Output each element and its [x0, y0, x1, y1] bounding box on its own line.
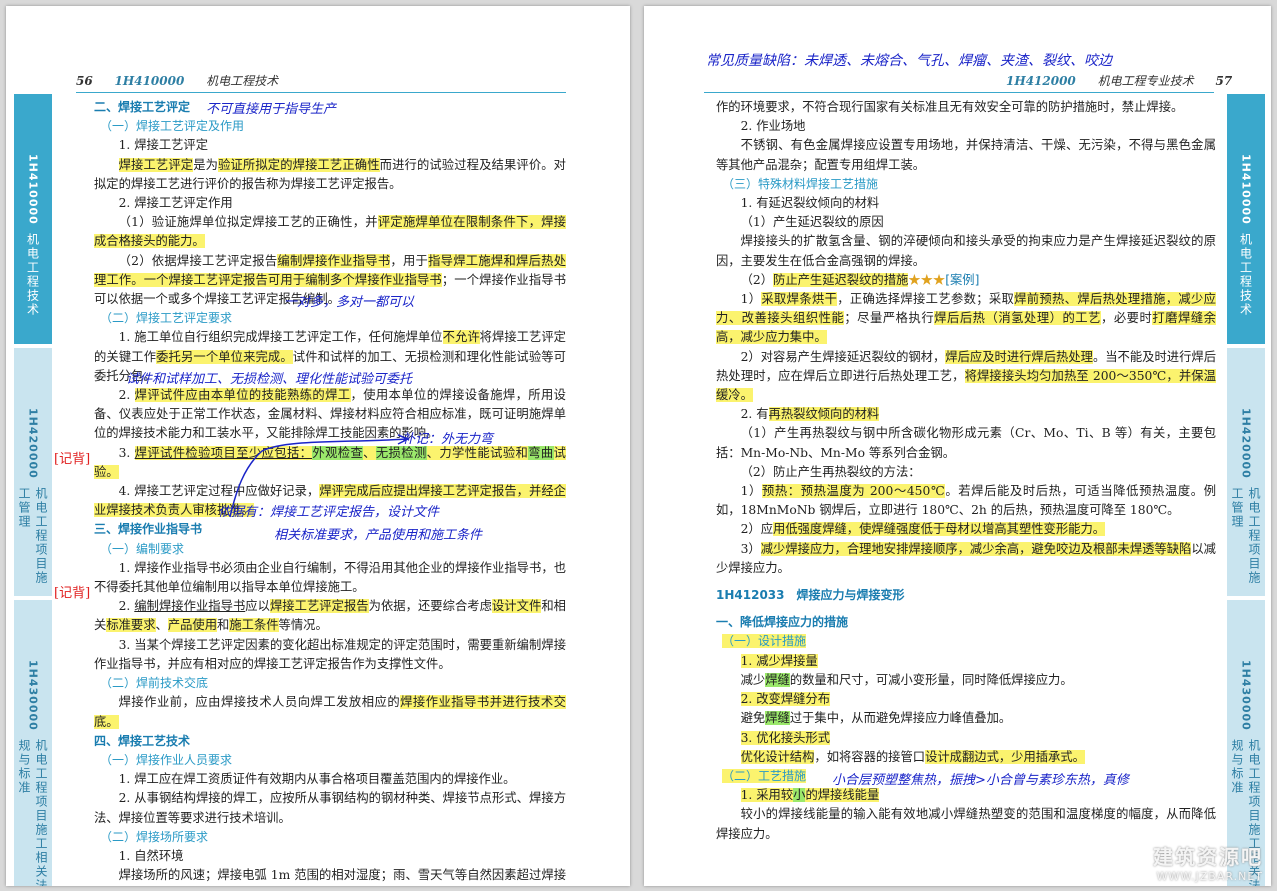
header-rule [76, 92, 566, 93]
side-tab-2: 1H420000 机电工程项目施工管理 [1227, 348, 1265, 596]
handwritten-arrow [229, 434, 410, 518]
paragraph: 2. 有再热裂纹倾向的材料 [740, 407, 880, 422]
paragraph: 3. 当某个焊接工艺评定因素的变化超出标准规定的评定范围时，需要重新编制焊接作业… [94, 637, 566, 671]
side-tabs: 1H410000 机电工程技术 1H420000 机电工程项目施工管理 1H4300… [1227, 94, 1265, 886]
right-page: 1H412000 机电工程专业技术 57 常见质量缺陷：未焊透、未熔合、气孔、焊… [644, 6, 1271, 886]
paragraph: 2. 从事钢结构焊接的焊工，应按所从事钢结构的钢材种类、焊接节点形式、焊接方法、… [94, 791, 566, 825]
handwritten-note: 小合层预塑整焦热，振拽>小合曾与素珍东热，真修 [832, 773, 1129, 788]
section-heading: 四、焊接工艺技术 [94, 733, 191, 748]
paragraph: 3）减少焊接应力，合理地安排焊接顺序，减少余高，避免咬边及根部未焊透等缺陷以减少… [716, 541, 1216, 575]
handwritten-note: 常见质量缺陷：未焊透、未熔合、气孔、焊瘤、夹渣、裂纹、咬边 [706, 53, 1112, 69]
paragraph: 1）预热：预热温度为 200～450℃。若焊后能及时后热，可适当降低预热温度。例… [716, 484, 1216, 518]
subsection-heading: （一）焊接工艺评定及作用 [100, 119, 245, 134]
paragraph: 1. 有延迟裂纹倾向的材料 [740, 196, 880, 211]
paragraph: （2）防止产生再热裂纹的方法： [740, 464, 921, 479]
paragraph: 焊接场所的风速；焊接电弧 1m 范围的相对湿度；雨、雪天气等自然因素超过焊接工 [118, 868, 566, 883]
paragraph: 3. 优化接头形式 [740, 730, 831, 745]
paragraph: 焊接接头的扩散氢含量、钢的淬硬倾向和接头承受的拘束应力是产生焊接延迟裂纹的原因，… [716, 234, 1216, 268]
paragraph: 焊接作业前，应由焊接技术人员向焊工发放相应的焊接作业指导书并进行技术交底。 [94, 695, 566, 729]
header-rule [704, 92, 1214, 93]
paragraph: 2. 编制焊接作业指导书应以焊接工艺评定报告为依据，还要综合考虑设计文件和相关标… [94, 599, 566, 633]
paragraph: 作的环境要求，不符合现行国家有关标准且无有效安全可靠的防护措施时，禁止焊接。 [716, 100, 1184, 114]
subsection-heading: （一）焊接作业人员要求 [100, 752, 233, 767]
chapter-title: 机电工程专业技术 [1097, 74, 1194, 88]
paragraph: （1）产生再热裂纹与钢中所含碳化物形成元素（Cr、Mo、Ti、B 等）有关，主要… [716, 426, 1216, 460]
paragraph: 2. 改变焊缝分布 [740, 692, 831, 707]
subsection-heading: （三）特殊材料焊接工艺措施 [722, 176, 879, 191]
subsection-heading: （一）设计措施 [722, 634, 807, 649]
right-body-text: 作的环境要求，不符合现行国家有关标准且无有效安全可靠的防护措施时，禁止焊接。 2… [716, 98, 1216, 844]
page-header: 56 1H410000 机电工程技术 [76, 72, 278, 89]
chapter-code: 1H410000 [114, 74, 185, 88]
page-number: 56 [76, 74, 93, 88]
paragraph: 1. 焊接工艺评定 [118, 138, 209, 153]
side-tab-3: 1H430000 机电工程项目施工相关法规与标准 [14, 600, 52, 886]
chapter-code: 1H412000 [1006, 74, 1076, 88]
handwritten-note: 一对多，多对一都可以 [284, 295, 415, 310]
side-tab-1: 1H410000 机电工程技术 [1227, 94, 1265, 344]
paragraph: 1. 焊工应在焊工资质证件有效期内从事合格项目覆盖范围内的焊接作业。 [118, 772, 516, 787]
paragraph: 较小的焊接线能量的输入能有效地减小焊缝热塑变的范围和温度梯度的幅度，从而降低焊接… [716, 807, 1216, 841]
paragraph: 避免焊缝过于集中，从而避免焊接应力峰值叠加。 [740, 711, 1012, 726]
paragraph: 减少焊缝的数量和尺寸，可减小变形量，同时降低焊接应力。 [740, 672, 1073, 687]
subsection-heading: （二）焊接工艺评定要求 [100, 311, 233, 326]
subsection-heading: （二）焊前技术交底 [100, 676, 209, 691]
paragraph: 2）对容易产生焊接延迟裂纹的钢材，焊后应及时进行焊后热处理。当不能及时进行焊后热… [716, 349, 1216, 403]
side-tab-2: 1H420000 机电工程项目施工管理 [14, 348, 52, 596]
paragraph: （1）产生延迟裂纹的原因 [740, 215, 884, 230]
handwritten-note: 试件和试样加工、无损检测、理化性能试验可委托 [126, 372, 413, 387]
page-number: 57 [1215, 74, 1233, 88]
star-rating: ★★★ [908, 272, 946, 287]
paragraph: 2. 焊接工艺评定作用 [118, 196, 233, 211]
handwritten-note: 不可直接用于指导生产 [206, 102, 337, 117]
watermark: 建筑资源吧 WWW.JZBAR.NET [1153, 845, 1263, 883]
section-heading: 一、降低焊接应力的措施 [716, 615, 849, 630]
subsection-heading: （二）焊接场所要求 [100, 829, 209, 844]
paragraph: （1）验证施焊单位拟定焊接工艺的正确性，并评定施焊单位在限制条件下，焊接成合格接… [94, 215, 566, 249]
paragraph: 2. 作业场地 [740, 119, 806, 134]
chapter-title: 机电工程技术 [206, 74, 279, 88]
paragraph: 1. 采用较小的焊接线能量 [740, 788, 880, 803]
paragraph: 1. 焊接作业指导书必须由企业自行编制，不得沿用其他企业的焊接作业指导书，也不得… [94, 560, 566, 595]
paragraph: （2）防止产生延迟裂纹的措施★★★[案例] [740, 272, 980, 287]
paragraph: 优化设计结构，如将容器的接管口设计成翻边式，少用插承式。 [740, 749, 1085, 764]
topic-heading: 1H412033 焊接应力与焊接变形 [716, 588, 905, 603]
paragraph: 1. 减少焊接量 [740, 653, 818, 668]
paragraph: 2）应用低强度焊缝，使焊缝强度低于母材以增高其塑性变形能力。 [740, 522, 1106, 537]
left-page: 56 1H410000 机电工程技术 1H410000 机电工程技术 1H4200… [6, 6, 630, 886]
paragraph: 焊接工艺评定是为验证所拟定的焊接工艺正确性而进行的试验过程及结果评价。对拟定的焊… [94, 157, 566, 191]
page-header: 1H412000 机电工程专业技术 57 [1006, 72, 1250, 89]
paragraph: 1. 自然环境 [118, 848, 184, 863]
side-tab-1: 1H410000 机电工程技术 [14, 94, 52, 344]
side-tabs: 1H410000 机电工程技术 1H420000 机电工程项目施工管理 1H4300… [14, 94, 52, 886]
handwritten-note: 相关标准要求，产品使用和施工条件 [274, 528, 483, 543]
memorize-mark: [记背] [54, 452, 91, 467]
paragraph: 不锈钢、有色金属焊接应设置专用场地，并保持清洁、干燥、无污染，不得与黑色金属等其… [716, 138, 1216, 172]
memorize-mark: [记背] [54, 586, 91, 601]
paragraph: 1）采取焊条烘干，正确选择焊接工艺参数；采取焊前预热、焊后热处理措施，减少应力、… [716, 292, 1216, 345]
